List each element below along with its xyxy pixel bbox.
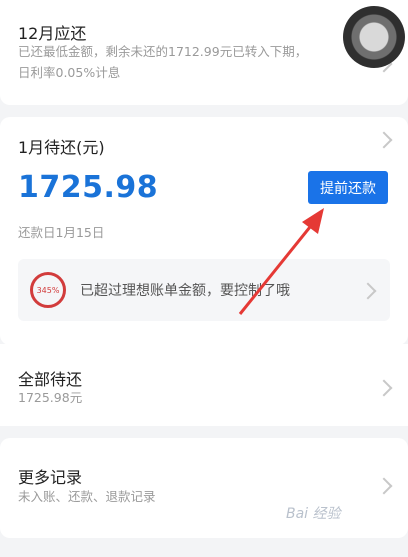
more-records-desc: 未入账、还款、退款记录 — [18, 489, 156, 504]
total-due-title: 全部待还 — [18, 370, 83, 389]
prepay-button[interactable]: 提前还款 — [308, 171, 388, 204]
december-bill-desc-line1: 已还最低金额，剩余未还的1712.99元已转入下期， — [18, 44, 308, 59]
notice-text: 已超过理想账单金额，要控制了哦 — [80, 283, 290, 299]
percentage-ring-icon: 345% — [30, 272, 66, 308]
january-bill-title: 1月待还(元) — [18, 138, 105, 157]
ring-label: 345% — [36, 285, 60, 295]
chevron-right-icon — [375, 379, 393, 397]
total-due-card[interactable]: 全部待还 1725.98元 — [0, 344, 408, 426]
watermark: Bai 经验 — [286, 506, 341, 522]
december-bill-desc-line2: 日利率0.05%计息 — [18, 65, 121, 80]
due-date: 还款日1月15日 — [18, 225, 105, 240]
chevron-right-icon — [375, 477, 393, 495]
more-records-title: 更多记录 — [18, 468, 83, 487]
total-due-amount: 1725.98元 — [18, 390, 83, 405]
spending-notice[interactable]: 345% 已超过理想账单金额，要控制了哦 — [18, 259, 390, 321]
chevron-right-icon[interactable] — [375, 131, 393, 149]
december-bill-title: 12月应还 — [18, 24, 87, 43]
more-records-card[interactable]: 更多记录 未入账、还款、退款记录 — [0, 438, 408, 538]
assistive-touch-button[interactable] — [343, 6, 405, 68]
chevron-right-icon — [359, 282, 377, 300]
january-amount: 1725.98 — [18, 170, 159, 205]
